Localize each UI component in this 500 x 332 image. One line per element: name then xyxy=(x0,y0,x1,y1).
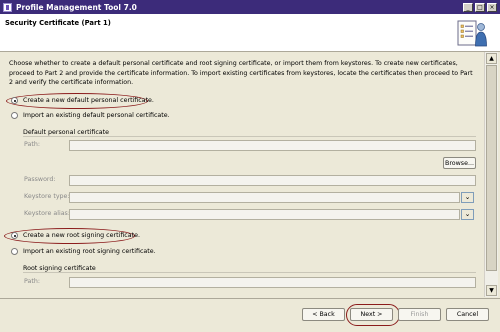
personal-path-input[interactable] xyxy=(69,140,476,151)
page-title: Security Certificate (Part 1) xyxy=(5,19,111,27)
wizard-header: Security Certificate (Part 1) xyxy=(0,14,500,52)
create-personal-cert-radio[interactable] xyxy=(11,97,18,104)
app-icon xyxy=(3,2,12,12)
window-controls: _ □ × xyxy=(463,2,497,12)
finish-button[interactable]: Finish xyxy=(398,308,441,321)
scroll-up-arrow-icon[interactable]: ▲ xyxy=(486,53,497,64)
password-input[interactable] xyxy=(69,175,476,186)
import-root-cert-option[interactable]: Import an existing root signing certific… xyxy=(11,248,156,255)
scroll-down-arrow-icon[interactable]: ▼ xyxy=(486,285,497,296)
intro-text: Choose whether to create a default perso… xyxy=(9,60,473,86)
content-panel: Choose whether to create a default perso… xyxy=(0,52,484,297)
path-label: Path: xyxy=(24,141,40,148)
title-bar: Profile Management Tool 7.0 _ □ × xyxy=(0,0,500,14)
close-button[interactable]: × xyxy=(487,2,497,12)
chevron-down-icon[interactable]: ⌄ xyxy=(461,192,474,203)
keystore-type-select[interactable] xyxy=(69,192,460,203)
browse-button[interactable]: Browse... xyxy=(443,157,476,169)
root-path-label: Path: xyxy=(24,278,40,285)
footer-divider xyxy=(0,298,500,299)
import-personal-cert-option[interactable]: Import an existing default personal cert… xyxy=(11,112,170,119)
window-title: Profile Management Tool 7.0 xyxy=(16,2,137,12)
scrollbar-thumb[interactable] xyxy=(486,65,497,271)
keystore-alias-select[interactable] xyxy=(69,209,460,220)
import-personal-cert-radio[interactable] xyxy=(11,112,18,119)
personal-group-title: Default personal certificate xyxy=(23,129,109,136)
root-path-input[interactable] xyxy=(69,277,476,288)
maximize-button[interactable]: □ xyxy=(475,2,485,12)
import-root-cert-label: Import an existing root signing certific… xyxy=(23,248,156,255)
create-personal-cert-option[interactable]: Create a new default personal certificat… xyxy=(11,97,154,104)
root-group-title: Root signing certificate xyxy=(23,265,96,272)
next-button[interactable]: Next > xyxy=(350,308,393,321)
import-root-cert-radio[interactable] xyxy=(11,248,18,255)
minimize-button[interactable]: _ xyxy=(463,2,473,12)
import-personal-cert-label: Import an existing default personal cert… xyxy=(23,112,170,119)
password-label: Password: xyxy=(24,176,56,183)
keystore-alias-label: Keystore alias: xyxy=(24,210,70,217)
chevron-down-icon[interactable]: ⌄ xyxy=(461,209,474,220)
create-root-cert-radio[interactable] xyxy=(11,232,18,239)
keystore-type-label: Keystore type: xyxy=(24,193,70,200)
create-personal-cert-label: Create a new default personal certificat… xyxy=(23,97,154,104)
group-divider xyxy=(23,136,476,137)
create-root-cert-label: Create a new root signing certificate. xyxy=(23,232,140,239)
checklist-person-icon xyxy=(457,20,487,47)
create-root-cert-option[interactable]: Create a new root signing certificate. xyxy=(11,232,140,239)
cancel-button[interactable]: Cancel xyxy=(446,308,489,321)
back-button[interactable]: < Back xyxy=(302,308,345,321)
vertical-scrollbar[interactable]: ▲ ▼ xyxy=(484,52,498,297)
group-divider xyxy=(23,272,476,273)
